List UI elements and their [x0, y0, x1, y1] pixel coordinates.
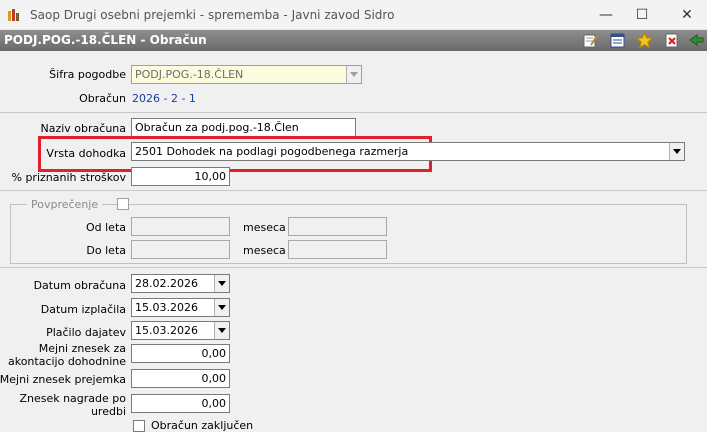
minimize-button[interactable]: — — [586, 0, 626, 30]
form-header: PODJ.POG.-18.ČLEN - Obračun — [0, 30, 707, 51]
datum-izplacila-dropdown-button[interactable] — [214, 299, 229, 316]
povprecenje-label: Povprečenje — [27, 198, 103, 211]
do-meseca-label: meseca — [243, 244, 286, 257]
placilo-dajatev-value: 15.03.2026 — [135, 324, 198, 337]
obracun-zakljucen-label: Obračun zaključen — [151, 419, 254, 432]
placilo-dajatev-picker[interactable]: 15.03.2026 — [131, 321, 230, 340]
od-leta-input[interactable] — [131, 217, 230, 236]
app-logo-icon — [8, 9, 19, 21]
maximize-button[interactable]: ☐ — [622, 0, 662, 30]
minimize-icon: — — [599, 7, 613, 23]
priznani-stroski-input[interactable]: 10,00 — [131, 167, 230, 186]
znesek-nagrade-label-line1: Znesek nagrade po — [19, 392, 126, 405]
znesek-nagrade-label: Znesek nagrade po uredbi — [19, 392, 126, 418]
vrsta-dohodka-dropdown-button[interactable] — [669, 143, 684, 160]
mejni-akontacija-label-line1: Mejni znesek za — [38, 342, 126, 355]
do-leta-input[interactable] — [131, 240, 230, 259]
znesek-nagrade-value: 0,00 — [201, 397, 227, 410]
priznani-stroski-value: 10,00 — [194, 170, 227, 183]
chevron-down-icon — [350, 72, 358, 77]
close-button[interactable]: ✕ — [667, 0, 707, 30]
close-form-icon[interactable] — [663, 32, 680, 49]
chevron-down-icon — [218, 305, 226, 310]
naziv-obracuna-input[interactable]: Obračun za podj.pog.-18.Člen — [131, 118, 356, 137]
do-meseca-input[interactable] — [288, 240, 387, 259]
chevron-down-icon — [218, 281, 226, 286]
separator — [0, 112, 707, 113]
placilo-dajatev-dropdown-button[interactable] — [214, 322, 229, 339]
sifra-pogodbe-value: PODJ.POG.-18.ČLEN — [135, 68, 244, 81]
close-icon: ✕ — [681, 7, 693, 23]
mejni-akontacija-input[interactable]: 0,00 — [131, 344, 230, 363]
od-leta-label: Od leta — [85, 221, 126, 234]
priznani-stroski-label: % priznanih stroškov — [11, 171, 127, 184]
separator — [0, 267, 707, 268]
obracun-zakljucen-checkbox[interactable] — [133, 420, 145, 432]
od-meseca-label: meseca — [243, 221, 286, 234]
placilo-dajatev-label: Plačilo dajatev — [46, 326, 126, 339]
favorite-star-icon[interactable] — [636, 32, 653, 49]
form-content: Šifra pogodbe PODJ.POG.-18.ČLEN Obračun … — [0, 51, 707, 432]
mejni-prejemka-label: Mejni znesek prejemka — [0, 373, 126, 386]
sifra-pogodbe-dropdown-button[interactable] — [346, 66, 361, 83]
mejni-prejemka-value: 0,00 — [201, 372, 227, 385]
naziv-obracuna-label: Naziv obračuna — [40, 122, 126, 135]
sifra-pogodbe-label: Šifra pogodbe — [49, 68, 126, 81]
obracun-label: Obračun — [79, 92, 126, 105]
maximize-icon: ☐ — [635, 7, 649, 23]
znesek-nagrade-input[interactable]: 0,00 — [131, 394, 230, 413]
datum-obracuna-picker[interactable]: 28.02.2026 — [131, 274, 230, 293]
datum-izplacila-label: Datum izplačila — [40, 303, 126, 316]
povprecenje-checkbox[interactable] — [117, 198, 129, 210]
sifra-pogodbe-dropdown[interactable]: PODJ.POG.-18.ČLEN — [131, 65, 362, 84]
datum-obracuna-label: Datum obračuna — [33, 279, 126, 292]
datum-obracuna-dropdown-button[interactable] — [214, 275, 229, 292]
datum-obracuna-value: 28.02.2026 — [135, 277, 198, 290]
list-view-icon[interactable] — [609, 32, 626, 49]
obracun-value: 2026 - 2 - 1 — [132, 92, 196, 105]
mejni-akontacija-value: 0,00 — [201, 347, 227, 360]
mejni-akontacija-label-line2: akontacijo dohodnine — [7, 355, 126, 368]
form-title: PODJ.POG.-18.ČLEN - Obračun — [4, 33, 207, 47]
znesek-nagrade-label-line2: uredbi — [90, 405, 126, 418]
datum-izplacila-picker[interactable]: 15.03.2026 — [131, 298, 230, 317]
window-titlebar: Saop Drugi osebni prejemki - sprememba -… — [0, 0, 707, 30]
mejni-prejemka-input[interactable]: 0,00 — [131, 369, 230, 388]
separator — [0, 190, 707, 191]
do-leta-label: Do leta — [86, 244, 126, 257]
exit-icon[interactable] — [688, 32, 705, 49]
vrsta-dohodka-dropdown[interactable]: 2501 Dohodek na podlagi pogodbenega razm… — [131, 142, 685, 161]
mejni-akontacija-label: Mejni znesek za akontacijo dohodnine — [8, 342, 126, 368]
vrsta-dohodka-label: Vrsta dohodka — [46, 147, 126, 160]
vrsta-dohodka-value: 2501 Dohodek na podlagi pogodbenega razm… — [135, 145, 409, 158]
od-meseca-input[interactable] — [288, 217, 387, 236]
window-title: Saop Drugi osebni prejemki - sprememba -… — [30, 8, 395, 22]
datum-izplacila-value: 15.03.2026 — [135, 301, 198, 314]
naziv-obracuna-value: Obračun za podj.pog.-18.Člen — [135, 121, 299, 134]
chevron-down-icon — [218, 328, 226, 333]
edit-icon[interactable] — [582, 32, 599, 49]
chevron-down-icon — [673, 149, 681, 154]
